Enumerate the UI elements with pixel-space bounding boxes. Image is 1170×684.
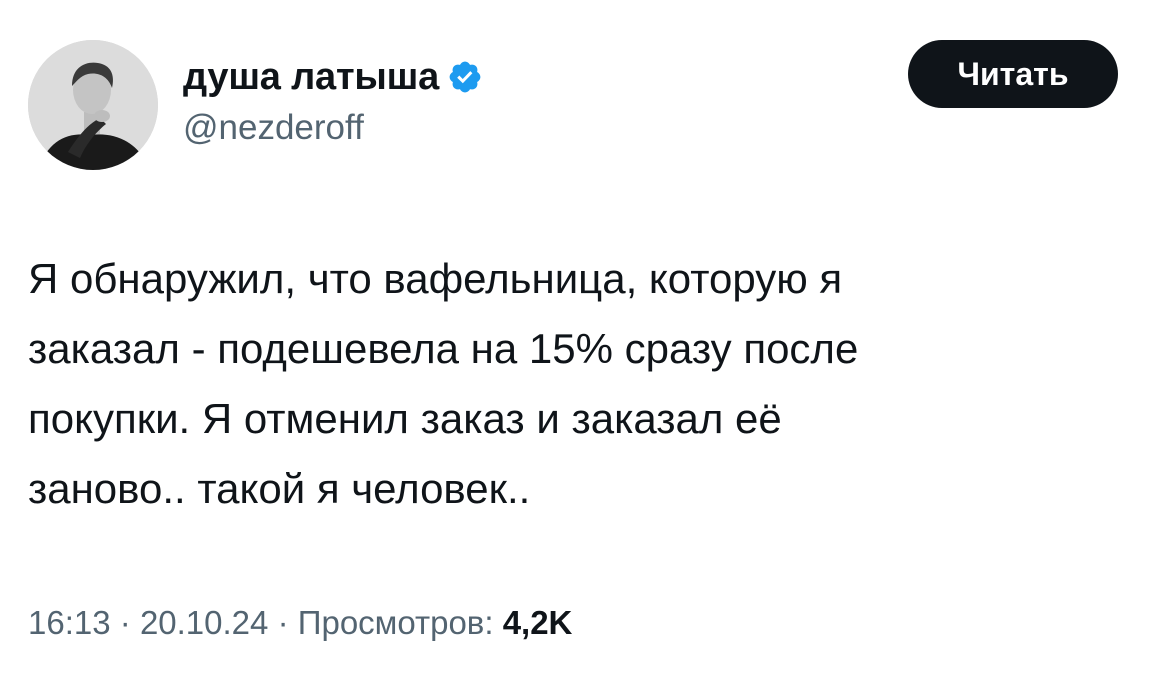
meta-separator: · [277,604,289,641]
meta-separator: · [119,604,131,641]
author-handle[interactable]: @nezderoff [183,106,364,150]
avatar[interactable] [28,40,158,170]
views-count: 4,2K [502,604,573,641]
author-display-name[interactable]: душа латыша [183,55,439,99]
tweet-meta: 16:13 · 20.10.24 · Просмотров: 4,2K [28,598,572,648]
views-label: Просмотров: [297,604,494,641]
tweet-text: Я обнаружил, что вафельница, которую я з… [28,255,859,512]
tweet-date[interactable]: 20.10.24 [140,604,268,641]
avatar-photo [28,40,158,170]
follow-button[interactable]: Читать [908,40,1118,108]
author-name-row[interactable]: душа латыша [183,55,483,99]
verified-badge-icon [449,61,481,93]
tweet-time[interactable]: 16:13 [28,604,111,641]
